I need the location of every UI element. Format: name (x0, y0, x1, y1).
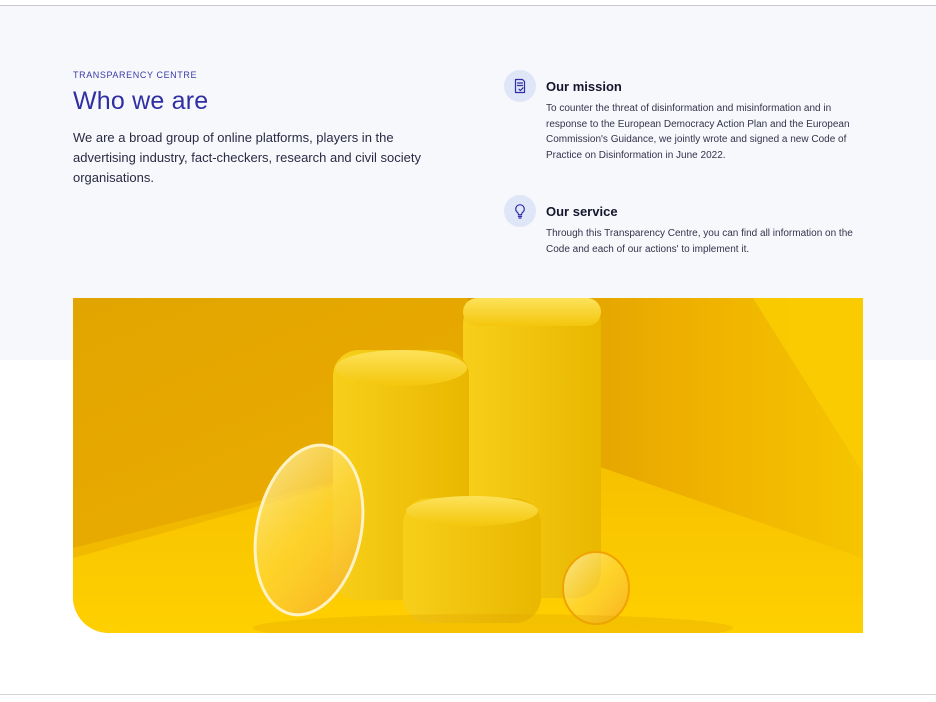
mission-text: To counter the threat of disinformation … (546, 103, 850, 161)
section-eyebrow: TRANSPARENCY CENTRE (73, 70, 198, 80)
service-title: Our service (546, 204, 618, 219)
hero-image (73, 298, 863, 633)
lightbulb-icon (504, 195, 536, 227)
bottom-divider (0, 694, 936, 695)
section-intro: We are a broad group of online platforms… (73, 130, 422, 185)
document-check-icon (504, 70, 536, 102)
mission-title: Our mission (546, 79, 622, 94)
section-title: Who we are (73, 87, 209, 115)
service-text: Through this Transparency Centre, you ca… (546, 228, 853, 255)
yellow-shapes-illustration (73, 298, 863, 633)
